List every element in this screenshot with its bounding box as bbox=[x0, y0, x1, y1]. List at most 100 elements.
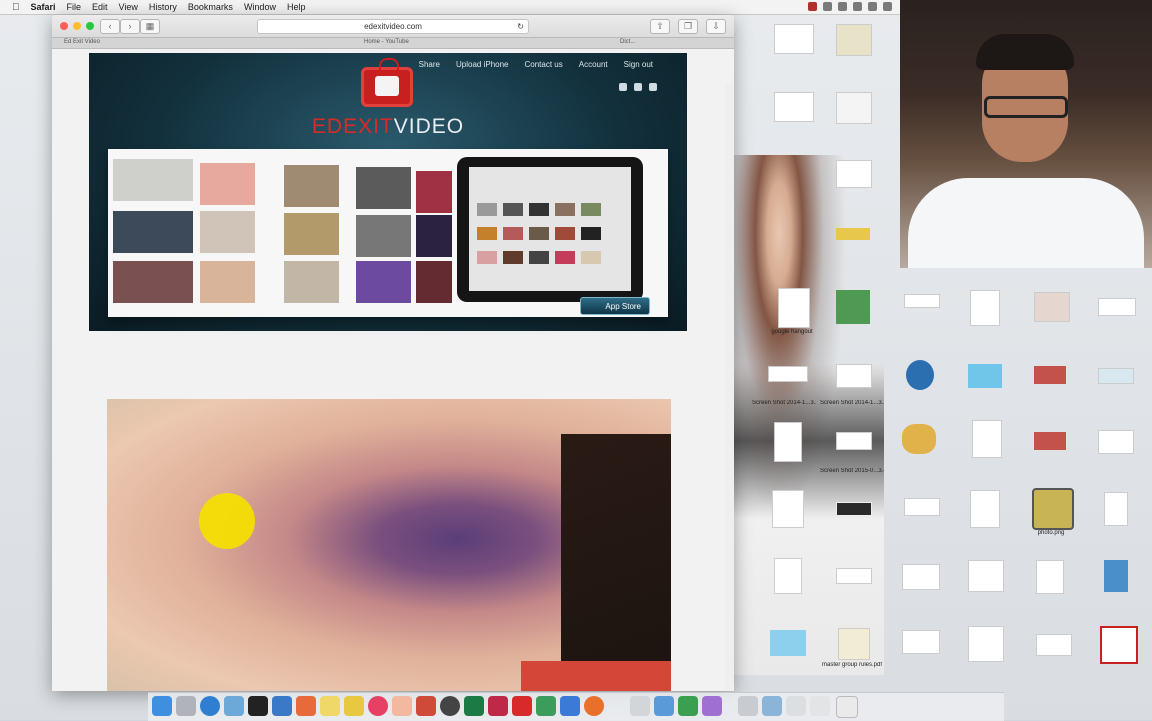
screenshot-file-icon[interactable] bbox=[836, 568, 872, 584]
image-file-icon[interactable] bbox=[1034, 432, 1066, 450]
zoom-icon[interactable] bbox=[86, 22, 94, 30]
notes-icon[interactable] bbox=[320, 696, 340, 716]
document-file-icon[interactable] bbox=[970, 490, 1000, 528]
image-file-icon[interactable] bbox=[1104, 492, 1128, 526]
photo-png-icon[interactable] bbox=[1032, 488, 1074, 530]
screenshot-file-icon[interactable] bbox=[1098, 368, 1134, 384]
nav-upload-iphone[interactable]: Upload iPhone bbox=[456, 60, 508, 69]
image-file-icon[interactable] bbox=[1034, 366, 1066, 384]
excel-icon[interactable] bbox=[464, 696, 484, 716]
downloads-icon[interactable] bbox=[810, 696, 830, 716]
document-file-icon[interactable] bbox=[772, 490, 804, 528]
word-icon[interactable] bbox=[560, 696, 580, 716]
menu-help[interactable]: Help bbox=[287, 2, 306, 12]
app-icon[interactable] bbox=[702, 696, 722, 716]
safari-icon[interactable] bbox=[200, 696, 220, 716]
tab-dict[interactable]: Dict... bbox=[620, 39, 635, 45]
folder-icon[interactable] bbox=[968, 364, 1002, 388]
acrobat-icon[interactable] bbox=[512, 696, 532, 716]
reload-icon[interactable]: ↻ bbox=[517, 20, 524, 33]
back-button[interactable]: ‹ bbox=[100, 19, 120, 34]
bluetooth-icon[interactable] bbox=[868, 2, 877, 11]
itunes-icon[interactable] bbox=[368, 696, 388, 716]
finder-icon[interactable] bbox=[152, 696, 172, 716]
dropbox-icon[interactable] bbox=[838, 2, 847, 11]
screenshot-file-icon[interactable] bbox=[774, 92, 814, 122]
photos-icon[interactable] bbox=[392, 696, 412, 716]
address-bar[interactable]: edexitvideo.com ↻ bbox=[257, 19, 529, 34]
screenshot-file-icon[interactable] bbox=[836, 364, 872, 388]
app-file-icon[interactable] bbox=[1104, 560, 1128, 592]
screenshot-file-icon[interactable] bbox=[1098, 298, 1136, 316]
menu-view[interactable]: View bbox=[119, 2, 138, 12]
wifi-icon[interactable] bbox=[883, 2, 892, 11]
screenshot-file-icon[interactable] bbox=[768, 366, 808, 382]
tab-youtube[interactable]: Home - YouTube bbox=[364, 39, 409, 45]
screenshot-file-icon[interactable] bbox=[902, 630, 940, 654]
screenshot-file-icon[interactable] bbox=[904, 498, 940, 516]
scrollbar[interactable] bbox=[725, 83, 734, 691]
sidebar-button[interactable]: ▦ bbox=[140, 19, 160, 34]
nav-account[interactable]: Account bbox=[579, 60, 608, 69]
app-icon[interactable] bbox=[678, 696, 698, 716]
preview-icon[interactable] bbox=[272, 696, 292, 716]
nav-share[interactable]: Share bbox=[419, 60, 440, 69]
app-icon[interactable] bbox=[654, 696, 674, 716]
site-logo-text[interactable]: EDEXITVIDEO bbox=[89, 115, 687, 139]
document-file-icon[interactable] bbox=[972, 420, 1002, 458]
terminal-icon[interactable] bbox=[248, 696, 268, 716]
folder-icon[interactable] bbox=[770, 630, 806, 656]
email-icon[interactable] bbox=[649, 83, 657, 91]
safari-file-icon[interactable] bbox=[906, 360, 934, 390]
image-file-icon[interactable] bbox=[836, 92, 872, 124]
calendar-file-icon[interactable] bbox=[968, 626, 1004, 662]
menu-edit[interactable]: Edit bbox=[92, 2, 108, 12]
forward-button[interactable]: › bbox=[120, 19, 140, 34]
word-doc-icon[interactable] bbox=[774, 558, 802, 594]
tab-edexit[interactable]: Ed Exit Video bbox=[64, 39, 100, 45]
red-cross-icon[interactable] bbox=[1100, 626, 1138, 664]
powerpoint-icon[interactable] bbox=[416, 696, 436, 716]
menu-safari[interactable]: Safari bbox=[31, 2, 56, 12]
folder-icon[interactable] bbox=[762, 696, 782, 716]
folder-icon[interactable] bbox=[738, 696, 758, 716]
image-file-icon[interactable] bbox=[836, 228, 870, 240]
tabs-button[interactable]: ❐ bbox=[678, 19, 698, 34]
screenshot-file-icon[interactable] bbox=[1036, 634, 1072, 656]
screenshot-file-icon[interactable] bbox=[836, 502, 872, 516]
screenshot-file-icon[interactable] bbox=[836, 432, 872, 450]
trash-icon[interactable] bbox=[836, 696, 858, 718]
wound-photo[interactable] bbox=[107, 399, 671, 691]
chrome-icon[interactable] bbox=[440, 696, 460, 716]
mail-icon[interactable] bbox=[224, 696, 244, 716]
document-file-icon[interactable] bbox=[836, 160, 872, 188]
app-store-button[interactable]: App Store bbox=[580, 297, 650, 315]
document-file-icon[interactable] bbox=[778, 288, 810, 328]
document-file-icon[interactable] bbox=[1036, 560, 1064, 594]
sync-icon[interactable] bbox=[853, 2, 862, 11]
stickies-icon[interactable] bbox=[344, 696, 364, 716]
screenshot-file-icon[interactable] bbox=[774, 24, 814, 54]
facebook-icon[interactable] bbox=[619, 83, 627, 91]
nav-sign-out[interactable]: Sign out bbox=[624, 60, 653, 69]
menu-bookmarks[interactable]: Bookmarks bbox=[188, 2, 233, 12]
screenshot-file-icon[interactable] bbox=[902, 564, 940, 590]
utility-icon[interactable] bbox=[630, 696, 650, 716]
menu-history[interactable]: History bbox=[149, 2, 177, 12]
pineapple-file-icon[interactable] bbox=[902, 424, 936, 454]
downloads-button[interactable]: ⇩ bbox=[706, 19, 726, 34]
image-file-icon[interactable] bbox=[836, 24, 872, 56]
close-icon[interactable] bbox=[60, 22, 68, 30]
apple-menu-icon[interactable]:  bbox=[12, 2, 20, 13]
share-button[interactable]: ⇧ bbox=[650, 19, 670, 34]
app-icon[interactable] bbox=[488, 696, 508, 716]
record-icon[interactable] bbox=[808, 2, 817, 11]
documents-icon[interactable] bbox=[786, 696, 806, 716]
firefox-icon[interactable] bbox=[584, 696, 604, 716]
calendar-icon[interactable] bbox=[296, 696, 316, 716]
document-file-icon[interactable] bbox=[968, 560, 1004, 592]
menu-window[interactable]: Window bbox=[244, 2, 276, 12]
screenshot-file-icon[interactable] bbox=[1098, 430, 1134, 454]
screenshot-file-icon[interactable] bbox=[904, 294, 940, 308]
menu-file[interactable]: File bbox=[67, 2, 82, 12]
